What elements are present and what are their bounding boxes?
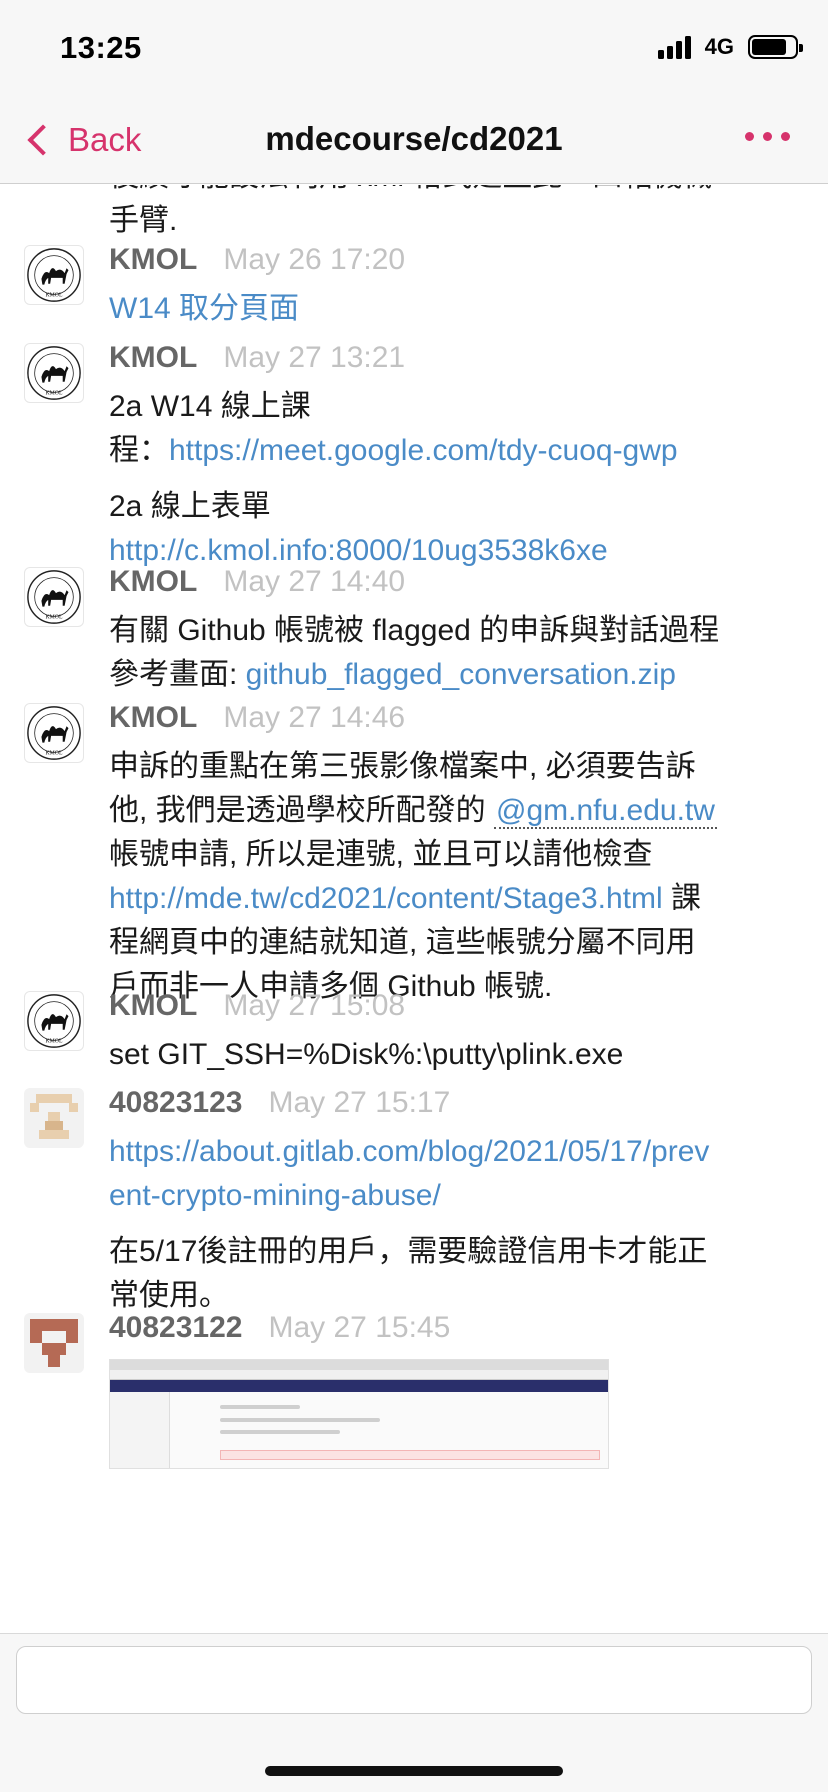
author-name[interactable]: 40823122 bbox=[109, 1311, 242, 1345]
fragment-line: 手臂. bbox=[109, 204, 178, 237]
message-text: 在5/17後註冊的用戶，需要驗證信用卡才能正 bbox=[109, 1235, 708, 1268]
message-meta: KMOL May 26 17:20 bbox=[109, 243, 405, 283]
timestamp: May 27 13:21 bbox=[223, 341, 406, 374]
message-paragraph: 2a W14 線上課 程：https://meet.google.com/tdy… bbox=[109, 385, 788, 473]
message-text: 常使用。 bbox=[109, 1279, 229, 1312]
status-time: 13:25 bbox=[60, 30, 142, 65]
battery-icon bbox=[748, 35, 803, 59]
image-attachment[interactable] bbox=[109, 1359, 609, 1469]
message-text: 課 bbox=[662, 882, 702, 915]
message-text: 2a W14 線上課 bbox=[109, 390, 311, 423]
svg-text:KMOL: KMOL bbox=[45, 1038, 63, 1044]
navigation-bar: Back mdecourse/cd2021 bbox=[0, 96, 828, 184]
svg-text:KMOL: KMOL bbox=[45, 614, 63, 620]
author-name[interactable]: 40823123 bbox=[109, 1086, 242, 1120]
svg-text:KMOL: KMOL bbox=[45, 390, 63, 396]
timestamp: May 27 15:17 bbox=[268, 1086, 451, 1119]
message-body: set GIT_SSH=%Disk%:\putty\plink.exe bbox=[109, 1033, 788, 1077]
status-bar: 13:25 4G bbox=[0, 0, 828, 96]
author-name[interactable]: KMOL bbox=[109, 243, 197, 277]
message-body: 申訴的重點在第三張影像檔案中, 必須要告訴 他, 我們是透過學校所配發的 @gm… bbox=[109, 745, 788, 1009]
author-name[interactable]: KMOL bbox=[109, 701, 197, 735]
avatar[interactable]: KMOL bbox=[24, 703, 84, 763]
svg-text:KMOL: KMOL bbox=[45, 750, 63, 756]
svg-text:KMOL: KMOL bbox=[45, 292, 63, 298]
link[interactable]: https://about.gitlab.com/blog/2021/05/17… bbox=[109, 1135, 709, 1168]
message-list[interactable]: 後續才能設法利用 xml 格式建立此一四軸機械 手臂. KMOL KMOL Ma… bbox=[0, 185, 828, 1633]
identicon-icon bbox=[30, 1094, 78, 1139]
message-body: 有關 Github 帳號被 flagged 的申訴與對話過程 參考畫面: git… bbox=[109, 609, 788, 697]
message-body: 2a W14 線上課 程：https://meet.google.com/tdy… bbox=[109, 385, 788, 585]
message-meta: KMOL May 27 14:40 bbox=[109, 565, 405, 605]
page-title: mdecourse/cd2021 bbox=[265, 120, 563, 157]
kmol-logo-icon: KMOL bbox=[27, 248, 81, 302]
author-name[interactable]: KMOL bbox=[109, 989, 197, 1023]
timestamp: May 27 14:46 bbox=[223, 701, 406, 734]
message-text: 他, 我們是透過學校所配發的 bbox=[109, 794, 495, 827]
avatar[interactable] bbox=[24, 1313, 84, 1373]
timestamp: May 27 15:08 bbox=[223, 989, 406, 1022]
identicon-icon bbox=[30, 1319, 78, 1367]
composer-area bbox=[0, 1633, 828, 1792]
cellular-signal-icon bbox=[657, 35, 691, 59]
message-paragraph: https://about.gitlab.com/blog/2021/05/17… bbox=[109, 1130, 788, 1218]
message-meta: 40823123 May 27 15:17 bbox=[109, 1086, 450, 1126]
battery-level bbox=[752, 39, 786, 55]
message-text: 參考畫面: bbox=[109, 658, 246, 691]
message-meta: KMOL May 27 13:21 bbox=[109, 341, 405, 381]
message-meta: 40823122 May 27 15:45 bbox=[109, 1311, 450, 1351]
kmol-logo-icon: KMOL bbox=[27, 570, 81, 624]
ellipsis-icon[interactable] bbox=[745, 132, 790, 141]
link[interactable]: https://meet.google.com/tdy-cuoq-gwp bbox=[169, 434, 678, 467]
timestamp: May 27 15:45 bbox=[268, 1311, 451, 1344]
author-name[interactable]: KMOL bbox=[109, 341, 197, 375]
link[interactable]: ent-crypto-mining-abuse/ bbox=[109, 1179, 441, 1212]
message-text: 申訴的重點在第三張影像檔案中, 必須要告訴 bbox=[109, 750, 696, 783]
message-paragraph: 2a 線上表單 http://c.kmol.info:8000/10ug3538… bbox=[109, 485, 788, 573]
network-type: 4G bbox=[704, 34, 734, 59]
previous-message-fragment: 後續才能設法利用 xml 格式建立此一四軸機械 手臂. bbox=[109, 185, 788, 243]
attachment-link[interactable]: github_flagged_conversation.zip bbox=[246, 658, 676, 691]
avatar[interactable]: KMOL bbox=[24, 245, 84, 305]
link[interactable]: W14 取分頁面 bbox=[109, 292, 299, 325]
message-text: 程網頁中的連結就知道, 這些帳號分屬不同用 bbox=[109, 926, 696, 959]
kmol-logo-icon: KMOL bbox=[27, 706, 81, 760]
kmol-logo-icon: KMOL bbox=[27, 994, 81, 1048]
message-input[interactable] bbox=[16, 1646, 812, 1714]
avatar[interactable]: KMOL bbox=[24, 991, 84, 1051]
link[interactable]: http://mde.tw/cd2021/content/Stage3.html bbox=[109, 882, 663, 915]
link[interactable]: http://c.kmol.info:8000/10ug3538k6xe bbox=[109, 534, 608, 567]
avatar[interactable]: KMOL bbox=[24, 343, 84, 403]
message-body: https://about.gitlab.com/blog/2021/05/17… bbox=[109, 1130, 788, 1330]
message-text: 程： bbox=[109, 434, 169, 467]
message-text: 有關 Github 帳號被 flagged 的申訴與對話過程 bbox=[109, 614, 720, 647]
message-meta: KMOL May 27 14:46 bbox=[109, 701, 405, 741]
message-meta: KMOL May 27 15:08 bbox=[109, 989, 405, 1029]
message-text: set GIT_SSH=%Disk%:\putty\plink.exe bbox=[109, 1038, 624, 1071]
author-name[interactable]: KMOL bbox=[109, 565, 197, 599]
message-text: 2a 線上表單 bbox=[109, 490, 271, 523]
home-indicator[interactable] bbox=[265, 1766, 563, 1776]
status-indicators: 4G bbox=[657, 34, 803, 60]
message-text: 帳號申請, 所以是連號, 並且可以請他檢查 bbox=[109, 838, 653, 871]
timestamp: May 26 17:20 bbox=[223, 243, 406, 276]
mention[interactable]: @gm.nfu.edu.tw bbox=[494, 794, 717, 829]
message-body: W14 取分頁面 bbox=[109, 287, 788, 331]
timestamp: May 27 14:40 bbox=[223, 565, 406, 598]
kmol-logo-icon: KMOL bbox=[27, 346, 81, 400]
message-paragraph: 在5/17後註冊的用戶，需要驗證信用卡才能正 常使用。 bbox=[109, 1230, 788, 1318]
avatar[interactable] bbox=[24, 1088, 84, 1148]
fragment-line: 後續才能設法利用 xml 格式建立此一四軸機械 bbox=[109, 185, 788, 199]
avatar[interactable]: KMOL bbox=[24, 567, 84, 627]
